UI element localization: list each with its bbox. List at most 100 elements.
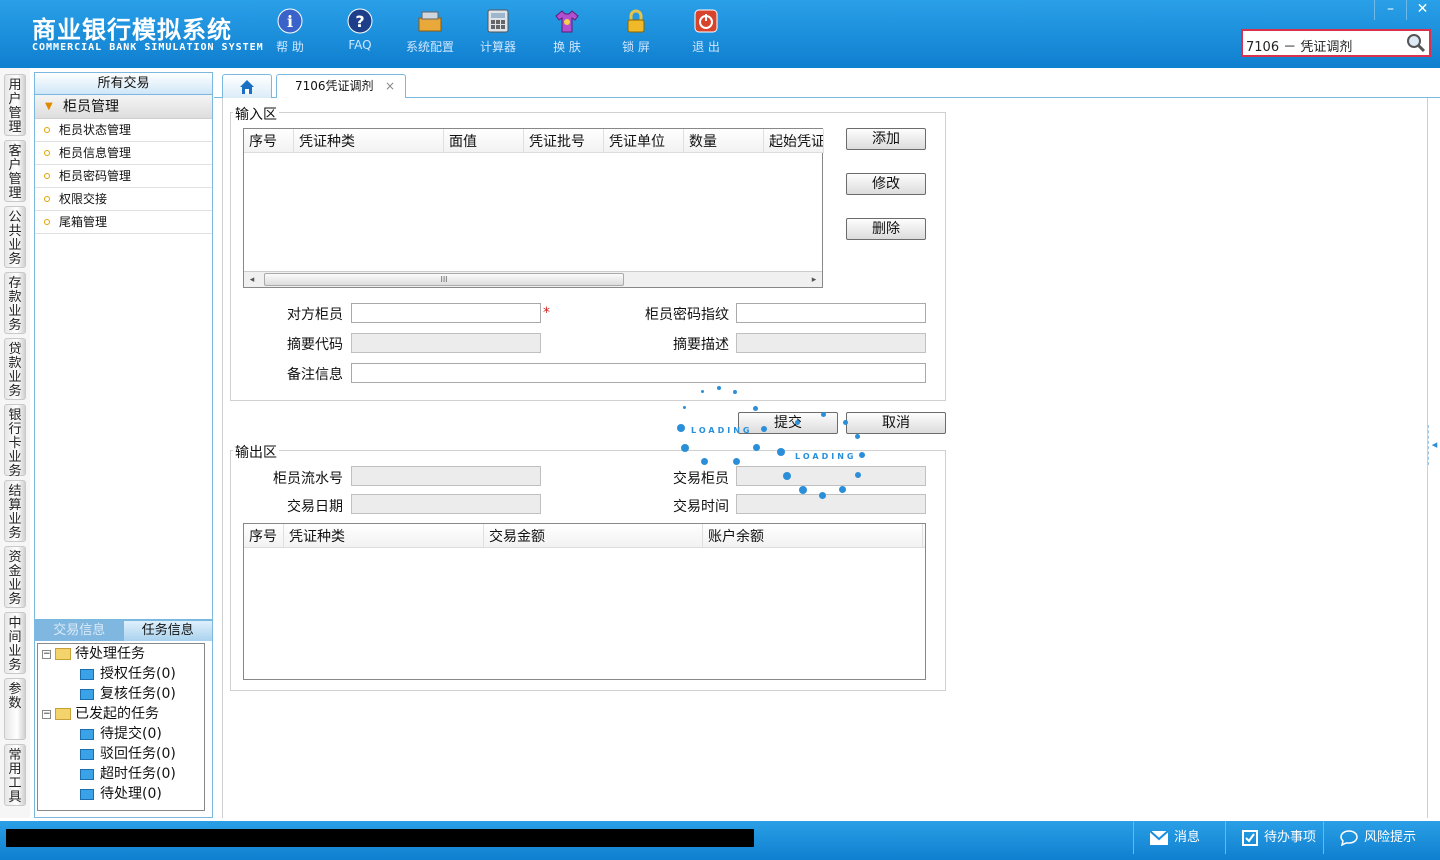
svg-text:i: i [287, 12, 293, 31]
scroll-right-icon[interactable]: ▸ [806, 272, 822, 288]
calculator-button[interactable]: 计算器 [463, 8, 533, 62]
voucher-output-grid[interactable]: 序号 凭证种类 交易金额 账户余额 [243, 523, 926, 680]
tab-home[interactable] [222, 74, 272, 98]
calculator-label: 计算器 [479, 40, 516, 54]
nav-item-teller-status[interactable]: 柜员状态管理 [35, 119, 212, 142]
app-subtitle: COMMERCIAL BANK SIMULATION SYSTEM [32, 42, 264, 53]
task-icon [80, 688, 94, 700]
nav-item-teller-info[interactable]: 柜员信息管理 [35, 142, 212, 165]
col-unit: 凭证单位 [604, 129, 684, 152]
folder-icon [55, 648, 71, 660]
add-button[interactable]: 添加 [846, 128, 926, 150]
tab-user-mgmt[interactable]: 用户管理 [4, 74, 26, 136]
task-icon [80, 768, 94, 780]
collapse-right-panel-icon[interactable]: ◂ [1428, 425, 1440, 465]
tab-deposit[interactable]: 存款业务 [4, 272, 26, 334]
voucher-input-grid[interactable]: 序号 凭证种类 面值 凭证批号 凭证单位 数量 起始凭证 ◂ III ▸ [243, 128, 824, 288]
messages-button[interactable]: 消息 [1133, 821, 1225, 854]
toolbox-icon [418, 11, 442, 32]
scroll-left-icon[interactable]: ◂ [244, 272, 260, 288]
tree-node-to-process[interactable]: 待处理(0) [80, 784, 162, 804]
tab-settlement[interactable]: 结算业务 [4, 480, 26, 542]
collapse-icon[interactable]: − [42, 709, 51, 719]
tree-node-timeout[interactable]: 超时任务(0) [80, 764, 176, 784]
remark-input[interactable] [351, 363, 926, 383]
tab-params[interactable]: 参数 [4, 678, 26, 740]
shirt-icon [555, 10, 579, 33]
required-mark: * [543, 305, 550, 321]
tab-public-business[interactable]: 公共业务 [4, 206, 26, 268]
todo-button[interactable]: 待办事项 [1225, 821, 1323, 854]
tab-funds[interactable]: 资金业务 [4, 546, 26, 608]
faq-button[interactable]: ? FAQ [325, 8, 395, 62]
col-txn-amount: 交易金额 [484, 524, 703, 547]
collapse-icon[interactable]: − [42, 649, 51, 659]
tab-intermediary[interactable]: 中间业务 [4, 612, 26, 674]
folder-icon [55, 708, 71, 720]
faq-label: FAQ [348, 38, 372, 52]
label-txn-date: 交易日期 [287, 499, 343, 515]
label-summary-code: 摘要代码 [287, 337, 343, 353]
close-window-button[interactable]: ✕ [1406, 0, 1438, 20]
tab-7106[interactable]: 7106凭证调剂 × [276, 74, 406, 98]
horizontal-scrollbar[interactable]: ◂ III ▸ [244, 271, 822, 287]
tree-node-auth-task[interactable]: 授权任务(0) [80, 664, 176, 684]
tab-loan[interactable]: 贷款业务 [4, 338, 26, 400]
exit-button[interactable]: 退 出 [671, 8, 741, 62]
exit-label: 退 出 [692, 40, 720, 54]
power-icon [694, 9, 718, 33]
minimize-button[interactable]: – [1374, 0, 1406, 20]
tree-node-pending[interactable]: − 待处理任务 [42, 644, 145, 664]
summary-desc-input[interactable] [736, 333, 926, 353]
checkbox-icon [1242, 829, 1258, 846]
tab-transaction-info[interactable]: 交易信息 [35, 621, 124, 641]
loading-spinner: LOADING [771, 410, 881, 510]
summary-code-input[interactable] [351, 333, 541, 353]
tree-node-review-task[interactable]: 复核任务(0) [80, 684, 176, 704]
svg-text:?: ? [355, 12, 364, 31]
bullet-icon [44, 127, 50, 133]
task-icon [80, 728, 94, 740]
modify-button[interactable]: 修改 [846, 173, 926, 195]
close-tab-icon[interactable]: × [385, 75, 395, 97]
col-batch-no: 凭证批号 [524, 129, 604, 152]
tab-customer-mgmt[interactable]: 客户管理 [4, 140, 26, 202]
lock-button[interactable]: 锁 屏 [601, 8, 671, 62]
task-tree: − 待处理任务 授权任务(0) 复核任务(0) − 已发起的任务 待提交(0) 驳回… [37, 643, 205, 811]
col-seq: 序号 [244, 129, 294, 152]
col-start-voucher: 起始凭证 [764, 129, 824, 152]
config-button[interactable]: 系统配置 [395, 8, 465, 62]
col-voucher-type: 凭证种类 [294, 129, 444, 152]
app-title: 商业银行模拟系统 [32, 16, 232, 44]
tree-node-to-submit[interactable]: 待提交(0) [80, 724, 162, 744]
help-button[interactable]: i 帮 助 [255, 8, 325, 62]
nav-item-tail-box[interactable]: 尾箱管理 [35, 211, 212, 234]
scroll-thumb[interactable]: III [264, 273, 624, 286]
search-icon[interactable] [1406, 33, 1426, 53]
teller-pwd-fp-input[interactable] [736, 303, 926, 323]
delete-button[interactable]: 删除 [846, 218, 926, 240]
risk-alert-button[interactable]: 风险提示 [1323, 821, 1440, 854]
loading-spinner: LOADING [673, 384, 783, 484]
label-txn-time: 交易时间 [673, 499, 729, 515]
tab-bank-card[interactable]: 银行卡业务 [4, 404, 26, 479]
counterpart-teller-input[interactable] [351, 303, 541, 323]
tab-common-tools[interactable]: 常用工具 [4, 744, 26, 806]
nav-item-teller-password[interactable]: 柜员密码管理 [35, 165, 212, 188]
info-icon: i [277, 8, 303, 34]
skin-button[interactable]: 换 肤 [532, 8, 602, 62]
nav-item-permission-handover[interactable]: 权限交接 [35, 188, 212, 211]
tree-node-rejected[interactable]: 驳回任务(0) [80, 744, 176, 764]
nav-group-teller-mgmt[interactable]: ▼ 柜员管理 [35, 95, 212, 119]
loading-text: LOADING [795, 452, 857, 461]
chat-bubble-icon [1340, 829, 1358, 846]
tab-task-info[interactable]: 任务信息 [123, 621, 212, 641]
col-face-value: 面值 [444, 129, 524, 152]
label-counterpart-teller: 对方柜员 [287, 307, 343, 323]
home-icon [240, 80, 254, 94]
col-balance: 账户余额 [703, 524, 923, 547]
main-content: 输入区 序号 凭证种类 面值 凭证批号 凭证单位 数量 起始凭证 ◂ III ▸… [222, 98, 1428, 818]
document-tabbar: 7106凭证调剂 × [214, 72, 1440, 98]
search-input[interactable]: 7106 － 凭证调剂 [1241, 29, 1431, 57]
tree-node-initiated[interactable]: − 已发起的任务 [42, 704, 159, 724]
